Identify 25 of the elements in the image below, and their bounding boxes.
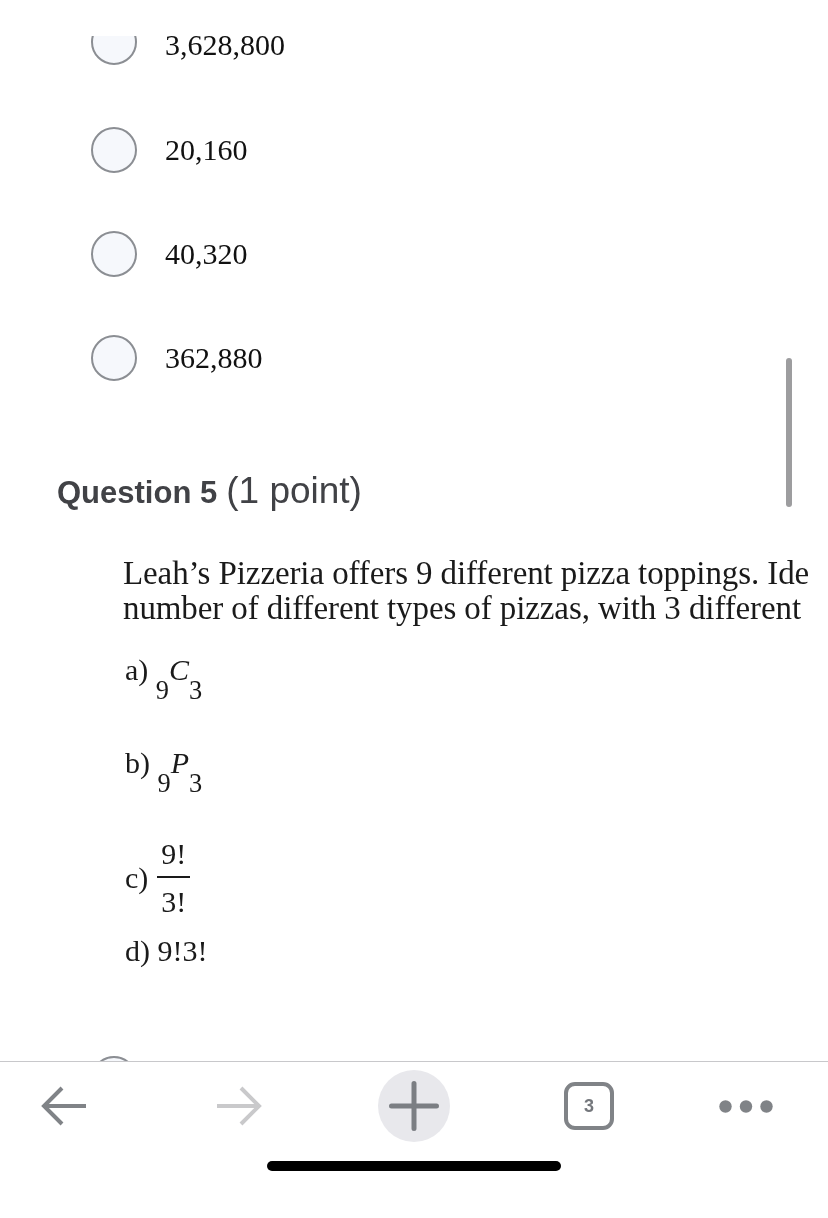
choice-label: c) — [125, 864, 149, 892]
back-button[interactable] — [40, 1085, 88, 1127]
denominator: 3! — [160, 888, 188, 916]
more-button[interactable] — [719, 1099, 773, 1113]
answer-text: 362,880 — [165, 343, 263, 373]
answer-choice: d) 9!3! — [125, 934, 208, 968]
tabs-button[interactable]: 3 — [564, 1082, 614, 1130]
answer-text: 20,160 — [165, 135, 248, 165]
answer-text: 3,628,800 — [165, 30, 285, 60]
radio-button[interactable] — [91, 231, 137, 277]
scrollbar-thumb[interactable] — [786, 358, 792, 507]
question-title: Question 5 — [57, 475, 218, 510]
more-icon — [719, 1099, 773, 1113]
question-points: (1 point) — [226, 470, 362, 511]
radio-button[interactable] — [91, 36, 137, 65]
numerator: 9! — [160, 840, 188, 868]
radio-button[interactable] — [91, 335, 137, 381]
arrow-left-icon — [40, 1085, 88, 1127]
arrow-right-icon — [215, 1085, 263, 1127]
answer-text: 40,320 — [165, 239, 248, 269]
plus-icon — [389, 1081, 439, 1131]
question-text: Leah’s Pizzeria offers 9 different pizza toppings. Ide number of different types of pizzas, with 3 different — [123, 556, 810, 626]
answer-choice: b) $_{9}$P$_{3}$ — [125, 746, 203, 799]
answer-choice: a) $_{9}$C$_{3}$ — [125, 653, 203, 706]
radio-button[interactable] — [91, 127, 137, 173]
